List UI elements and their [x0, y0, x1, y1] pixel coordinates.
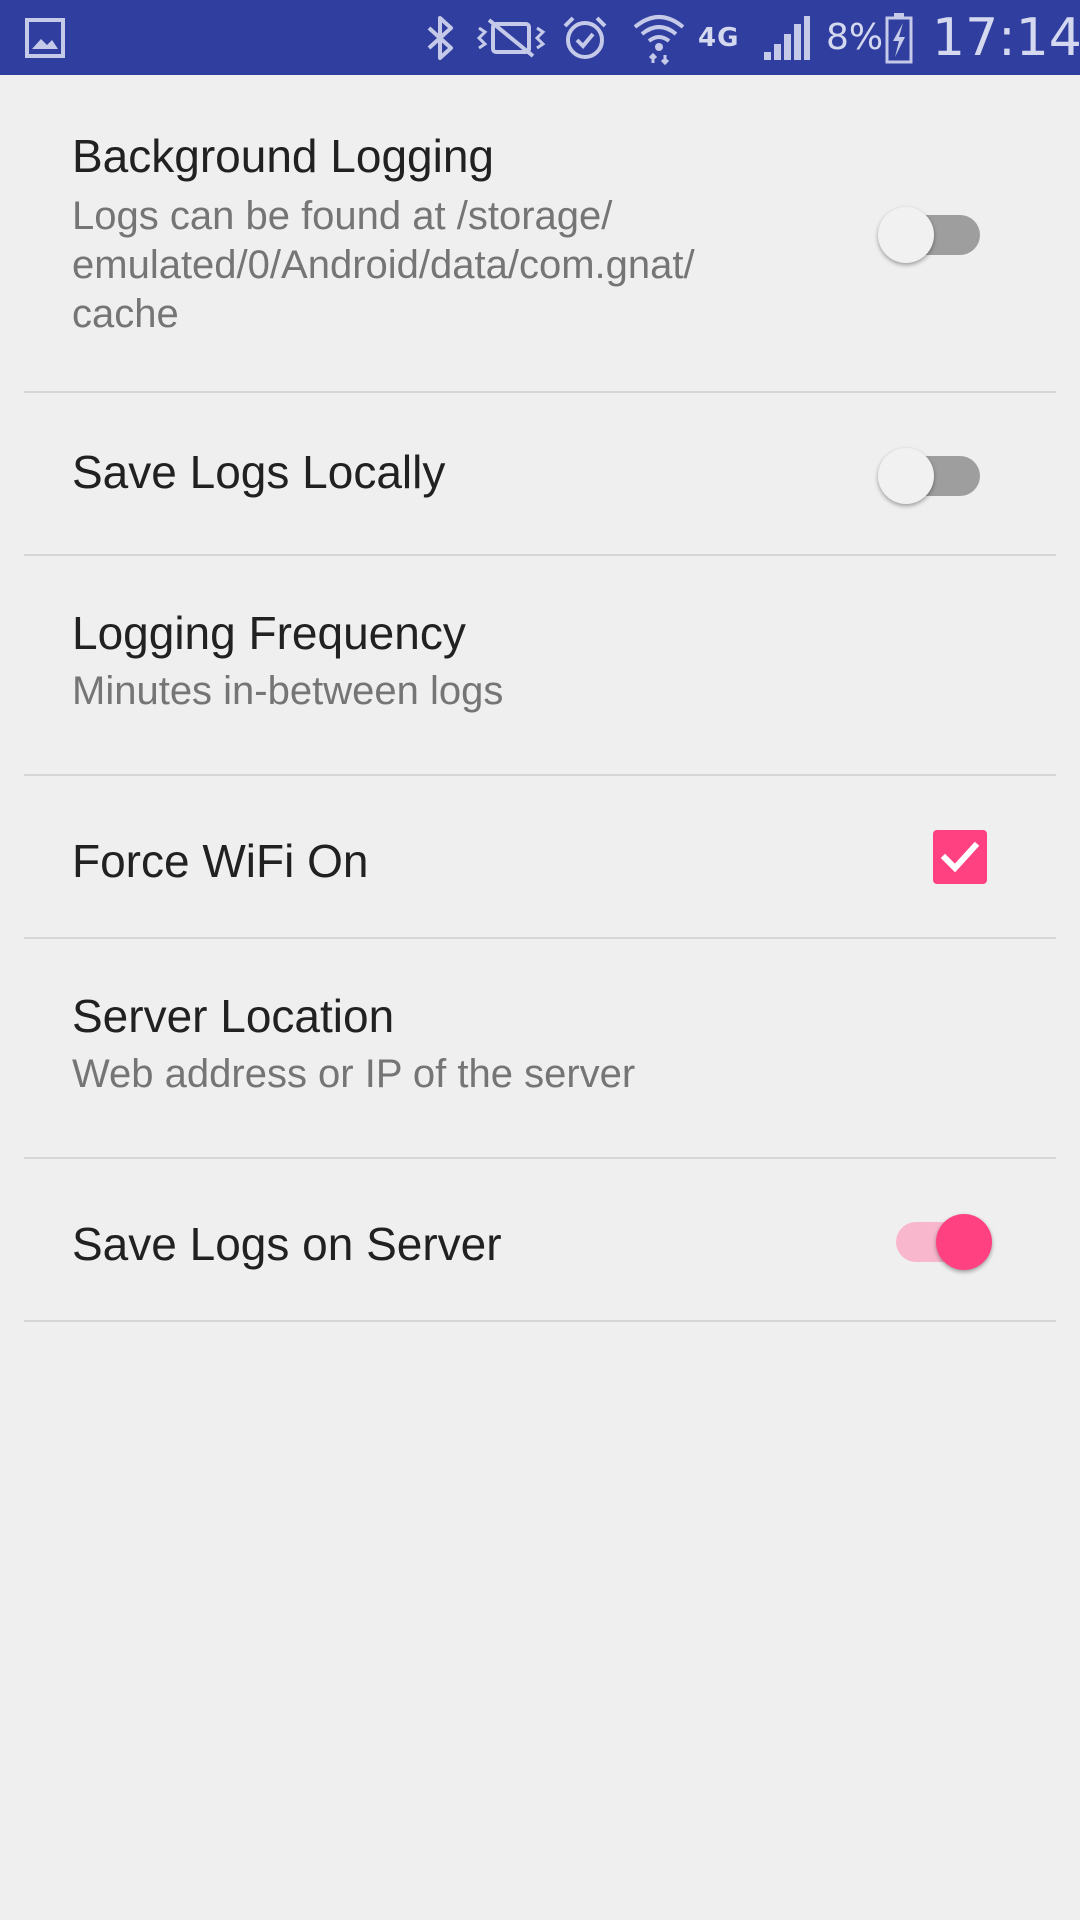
battery-charging-icon: [882, 0, 916, 75]
background-logging-switch[interactable]: [878, 197, 998, 267]
divider: [24, 1320, 1056, 1322]
setting-save-logs-locally[interactable]: Save Logs Locally: [0, 393, 1080, 556]
alarm-icon: [560, 0, 610, 75]
setting-title: Logging Frequency: [72, 607, 466, 659]
battery-percent: 8%: [826, 17, 884, 58]
save-logs-locally-switch[interactable]: [878, 438, 998, 508]
setting-logging-frequency[interactable]: Logging Frequency Minutes in-between log…: [0, 556, 1080, 776]
save-logs-on-server-switch[interactable]: [876, 1204, 996, 1274]
signal-icon: [760, 0, 812, 75]
setting-title: Save Logs on Server: [72, 1218, 502, 1270]
settings-list: Background Logging Logs can be found at …: [0, 75, 1080, 1322]
vibrate-off-icon: [474, 0, 548, 75]
switch-thumb: [936, 1214, 992, 1270]
wifi-icon: [630, 0, 688, 75]
switch-thumb: [878, 448, 934, 504]
status-bar: 4G 8% 17:14: [0, 0, 1080, 75]
force-wifi-checkbox[interactable]: [933, 830, 987, 884]
setting-save-logs-on-server[interactable]: Save Logs on Server: [0, 1159, 1080, 1322]
setting-force-wifi-on[interactable]: Force WiFi On: [0, 776, 1080, 939]
setting-title: Force WiFi On: [72, 835, 369, 887]
switch-thumb: [878, 207, 934, 263]
setting-summary: Minutes in-between logs: [72, 669, 504, 713]
setting-title: Server Location: [72, 990, 395, 1042]
checkmark-icon: [940, 841, 980, 873]
clock-time: 17:14: [932, 7, 1080, 68]
setting-background-logging[interactable]: Background Logging Logs can be found at …: [0, 75, 1080, 393]
setting-summary: Logs can be found at /storage/ emulated/…: [72, 194, 695, 336]
bluetooth-icon: [420, 0, 460, 75]
image-icon: [22, 0, 68, 75]
setting-summary: Web address or IP of the server: [72, 1052, 636, 1096]
4g-icon: 4G: [698, 22, 740, 53]
setting-server-location[interactable]: Server Location Web address or IP of the…: [0, 939, 1080, 1159]
setting-title: Save Logs Locally: [72, 446, 446, 498]
setting-title: Background Logging: [72, 130, 494, 182]
